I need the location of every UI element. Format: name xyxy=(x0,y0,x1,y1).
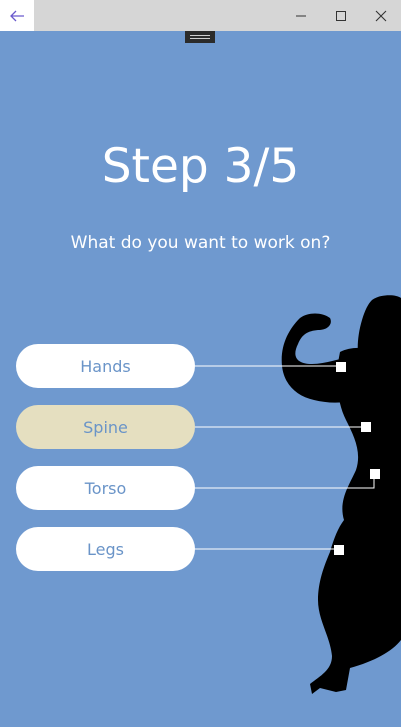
silhouette-arm xyxy=(281,313,362,403)
close-icon xyxy=(375,10,387,21)
spine-marker xyxy=(361,422,371,432)
option-legs-button[interactable]: Legs xyxy=(16,527,195,571)
drag-handle[interactable] xyxy=(185,31,215,43)
hands-marker xyxy=(336,362,346,372)
option-hands-button[interactable]: Hands xyxy=(16,344,195,388)
torso-connector-line xyxy=(195,474,375,489)
question-text: What do you want to work on? xyxy=(70,233,331,253)
title-bar xyxy=(0,0,401,31)
back-button[interactable] xyxy=(0,0,34,31)
minimize-icon xyxy=(296,15,306,16)
maximize-button[interactable] xyxy=(321,0,361,31)
maximize-icon xyxy=(336,10,346,21)
close-button[interactable] xyxy=(361,0,401,31)
silhouette-torso xyxy=(337,347,401,546)
silhouette-legs xyxy=(310,515,401,694)
arrow-left-icon xyxy=(10,10,24,21)
legs-marker xyxy=(334,545,344,555)
minimize-button[interactable] xyxy=(281,0,321,31)
silhouette-head xyxy=(357,295,401,420)
torso-marker xyxy=(370,469,380,479)
option-spine-button[interactable]: Spine xyxy=(16,405,195,449)
silhouette-heel xyxy=(336,660,346,688)
option-torso-button[interactable]: Torso xyxy=(16,466,195,510)
step-title: Step 3/5 xyxy=(101,139,300,194)
